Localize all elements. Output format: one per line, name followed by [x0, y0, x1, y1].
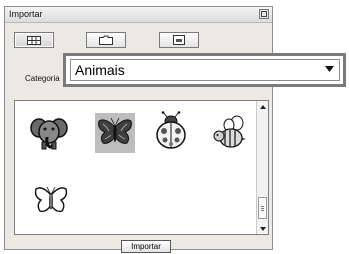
thumbnail-elephant[interactable]	[29, 113, 69, 153]
butterfly-outline-embroidery-icon	[34, 186, 68, 213]
grip-line	[261, 206, 264, 207]
thumbnail-bee[interactable]	[211, 113, 251, 153]
scroll-down-button[interactable]	[257, 223, 268, 234]
panel-title: Importar	[9, 9, 43, 19]
import-panel: Importar Categoria Importar	[4, 6, 273, 253]
elephant-embroidery-icon	[30, 118, 68, 150]
scroll-up-button[interactable]	[257, 101, 268, 112]
ladybug-embroidery-icon	[156, 111, 186, 149]
grid-view-button[interactable]	[14, 32, 54, 48]
category-highlight: Animais	[63, 53, 346, 87]
thumbnail-butterfly-outline[interactable]	[31, 181, 71, 221]
vertical-scrollbar[interactable]	[256, 101, 268, 234]
category-select[interactable]: Animais	[70, 59, 340, 81]
category-label: Categoria	[25, 74, 60, 83]
dropdown-arrow-icon	[325, 66, 334, 72]
thumbnail-butterfly[interactable]	[95, 113, 135, 153]
folder-icon	[99, 35, 113, 45]
butterfly-embroidery-icon	[98, 117, 132, 144]
grid-icon	[27, 35, 41, 45]
import-button[interactable]: Importar	[121, 240, 171, 253]
arrow-up-icon	[259, 104, 266, 109]
bee-embroidery-icon	[213, 115, 246, 148]
arrow-down-icon	[259, 226, 266, 231]
close-icon	[261, 11, 267, 17]
close-button[interactable]	[259, 9, 269, 19]
category-value: Animais	[75, 62, 125, 78]
grip-line	[261, 210, 264, 211]
title-bar: Importar	[5, 7, 272, 23]
thumbnail-list[interactable]	[14, 100, 269, 235]
thumbnail-ladybug[interactable]	[151, 111, 191, 151]
scrollbar-thumb[interactable]	[258, 197, 267, 219]
card-icon	[173, 35, 185, 45]
grip-line	[261, 208, 264, 209]
card-view-button[interactable]	[159, 32, 199, 48]
folder-view-button[interactable]	[86, 32, 126, 48]
